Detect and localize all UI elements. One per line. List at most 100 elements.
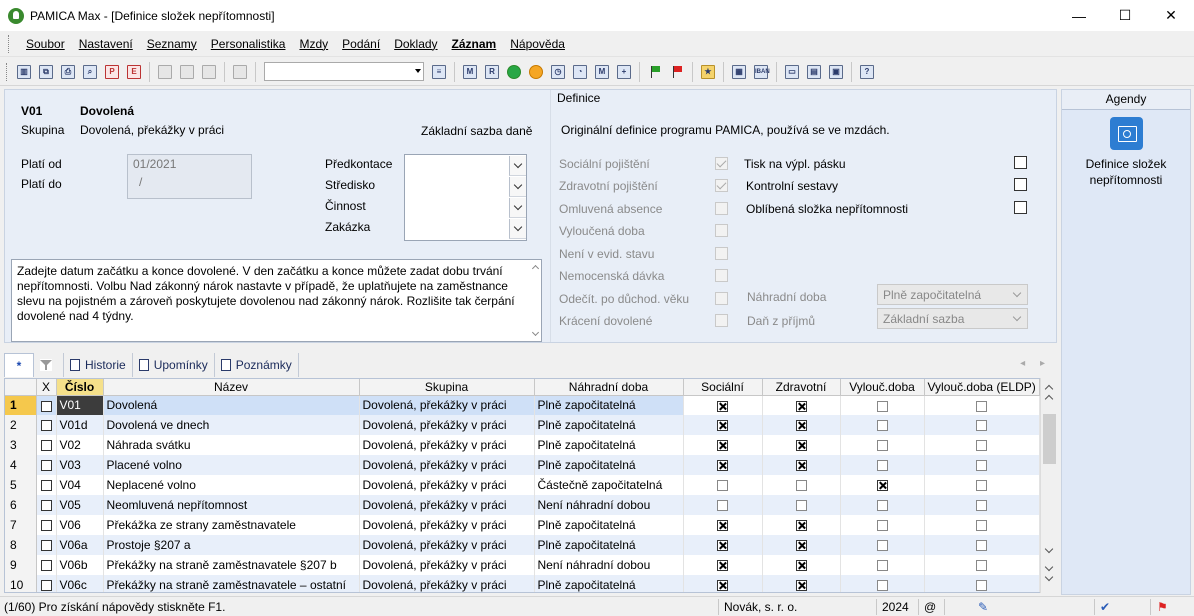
tab-nav-arrows[interactable]: ◂ ▸	[1020, 358, 1051, 369]
window-icon[interactable]: ▤	[805, 63, 823, 81]
cell-zdravotni[interactable]	[762, 415, 841, 435]
red-flag-icon[interactable]: ⚑	[1157, 600, 1168, 614]
cell-socialni[interactable]	[683, 495, 763, 515]
table-row[interactable]: 3 V02 Náhrada svátku Dovolená, překážky v p…	[5, 435, 1040, 455]
scroll-top-icon[interactable]	[1044, 394, 1054, 404]
tab-poznamky[interactable]: Poznámky	[214, 353, 299, 377]
table-row[interactable]: 7 V06 Překážka ze strany zaměstnavatele Dov…	[5, 515, 1040, 535]
pen-icon[interactable]: ✎	[978, 600, 988, 614]
flag-zdravotni-checkbox[interactable]	[715, 179, 728, 192]
menu-personalistika[interactable]: Personalistika	[204, 37, 293, 51]
table-row[interactable]: 6 V05 Neomluvená nepřítomnost Dovolená, pře…	[5, 495, 1040, 515]
check-circle-icon[interactable]: ✔	[1100, 600, 1110, 614]
table-detail-icon[interactable]: ▥	[15, 63, 33, 81]
history-icon[interactable]: ◔	[571, 63, 589, 81]
cell-vylouc-doba-eldp[interactable]	[924, 515, 1040, 535]
row-select-checkbox[interactable]	[36, 555, 57, 575]
toolbar-combo[interactable]	[264, 62, 424, 81]
cell-vylouc-doba-eldp[interactable]	[924, 395, 1040, 415]
header-zdravotni[interactable]: Zdravotní	[762, 379, 841, 396]
flag-nemocenska-checkbox[interactable]	[715, 269, 728, 282]
cell-vylouc-doba[interactable]	[840, 455, 925, 475]
close-button[interactable]: ✕	[1148, 0, 1194, 31]
header-cislo[interactable]: Číslo	[56, 379, 104, 396]
minimize-button[interactable]: —	[1056, 0, 1102, 31]
help-icon[interactable]: ?	[858, 63, 876, 81]
pdf-icon[interactable]: P	[103, 63, 121, 81]
add-icon[interactable]: +	[615, 63, 633, 81]
cell-zdravotni[interactable]	[762, 475, 841, 495]
menu-zaznam[interactable]: Záznam	[445, 37, 504, 51]
row-select-checkbox[interactable]	[36, 395, 57, 415]
header-nazev[interactable]: Název	[103, 379, 360, 396]
cell-vylouc-doba[interactable]	[840, 535, 925, 555]
row-select-checkbox[interactable]	[36, 575, 57, 592]
table-row[interactable]: 9 V06b Překážky na straně zaměstnavatele §…	[5, 555, 1040, 575]
cell-zdravotni[interactable]	[762, 555, 841, 575]
flag-oblibena-checkbox[interactable]	[1014, 201, 1027, 214]
flag-kontrolni-checkbox[interactable]	[1014, 178, 1027, 191]
scrollbar-thumb[interactable]	[1043, 414, 1056, 464]
cinnost-dropdown[interactable]	[509, 198, 526, 218]
header-socialni[interactable]: Sociální	[683, 379, 763, 396]
tab-upominky[interactable]: Upomínky	[132, 353, 215, 377]
cell-vylouc-doba[interactable]	[840, 575, 925, 592]
grid-scrollbar[interactable]	[1040, 378, 1057, 593]
dan-select[interactable]: Základní sazba	[877, 308, 1028, 329]
tab-list[interactable]: *	[4, 353, 34, 377]
red-flag-icon[interactable]	[668, 63, 686, 81]
row-select-checkbox[interactable]	[36, 435, 57, 455]
row-select-checkbox[interactable]	[36, 415, 57, 435]
table-row[interactable]: 1 V01 Dovolená Dovolená, překážky v práci Pl…	[5, 395, 1040, 415]
cell-vylouc-doba-eldp[interactable]	[924, 495, 1040, 515]
table-row[interactable]: 2 V01d Dovolená ve dnech Dovolená, překážky…	[5, 415, 1040, 435]
absence-definition-icon[interactable]	[1110, 117, 1143, 150]
cell-vylouc-doba-eldp[interactable]	[924, 435, 1040, 455]
cards-icon[interactable]: ▣	[827, 63, 845, 81]
flag-kraceni-checkbox[interactable]	[715, 314, 728, 327]
nahradni-doba-select[interactable]: Plně započitatelná	[877, 284, 1028, 305]
cell-zdravotni[interactable]	[762, 515, 841, 535]
cell-vylouc-doba-eldp[interactable]	[924, 535, 1040, 555]
tab-filter[interactable]	[34, 353, 64, 377]
cell-vylouc-doba-eldp[interactable]	[924, 475, 1040, 495]
cell-socialni[interactable]	[683, 535, 763, 555]
cell-vylouc-doba[interactable]	[840, 415, 925, 435]
cell-zdravotni[interactable]	[762, 575, 841, 592]
cell-vylouc-doba[interactable]	[840, 495, 925, 515]
scroll-bottom-icon[interactable]	[1044, 572, 1054, 582]
cell-zdravotni[interactable]	[762, 535, 841, 555]
maximize-button[interactable]: ☐	[1102, 0, 1148, 31]
flag-odecit-checkbox[interactable]	[715, 292, 728, 305]
cell-vylouc-doba[interactable]	[840, 515, 925, 535]
table-row[interactable]: 5 V04 Neplacené volno Dovolená, překážky v …	[5, 475, 1040, 495]
cell-vylouc-doba[interactable]	[840, 395, 925, 415]
help-text-box[interactable]: Zadejte datum začátku a konce dovolené. …	[11, 259, 542, 342]
zakazka-dropdown[interactable]	[509, 219, 526, 239]
cell-socialni[interactable]	[683, 395, 763, 415]
row-select-checkbox[interactable]	[36, 455, 57, 475]
help-scrollbar[interactable]	[529, 260, 541, 341]
save-icon[interactable]	[231, 63, 249, 81]
header-vylouc-doba-eldp[interactable]: Vylouč.doba (ELDP)	[924, 379, 1040, 396]
cell-zdravotni[interactable]	[762, 395, 841, 415]
tab-historie[interactable]: Historie	[64, 353, 133, 377]
folder-star-icon[interactable]: ★	[699, 63, 717, 81]
cell-socialni[interactable]	[683, 435, 763, 455]
orange-person-icon[interactable]	[527, 63, 545, 81]
header-x[interactable]: X	[36, 379, 57, 396]
menu-doklady[interactable]: Doklady	[387, 37, 444, 51]
agendy-item-label[interactable]: Definice složek nepřítomnosti	[1062, 156, 1190, 188]
menu-nastaveni[interactable]: Nastavení	[72, 37, 140, 51]
m2-icon[interactable]: M	[593, 63, 611, 81]
cell-socialni[interactable]	[683, 475, 763, 495]
export-icon[interactable]: E	[125, 63, 143, 81]
flag-omluvena-checkbox[interactable]	[715, 202, 728, 215]
table-row[interactable]: 8 V06a Prostoje §207 a Dovolená, překážky v…	[5, 535, 1040, 555]
print-icon[interactable]: ⎙	[59, 63, 77, 81]
row-select-checkbox[interactable]	[36, 535, 57, 555]
header-vylouc-doba[interactable]: Vylouč.doba	[840, 379, 925, 396]
delete-icon[interactable]	[200, 63, 218, 81]
iban-icon[interactable]: IBAN	[752, 63, 770, 81]
menu-seznamy[interactable]: Seznamy	[140, 37, 204, 51]
